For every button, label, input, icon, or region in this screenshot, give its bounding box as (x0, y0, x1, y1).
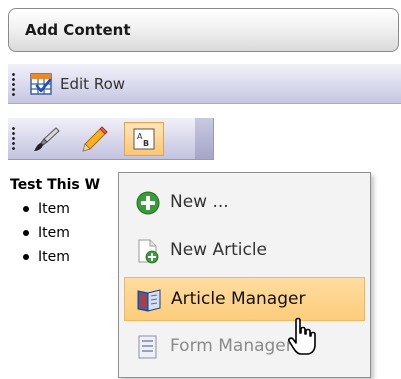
menu-item-label: New Article (170, 240, 268, 260)
grid-check-icon (30, 73, 52, 95)
text-box-icon: A B (133, 128, 155, 150)
green-plus-icon (136, 191, 160, 215)
content-list: Item Item Item (22, 197, 70, 269)
add-content-menu: New ... New Article Article Manager Form… (118, 172, 371, 378)
paintbrush-button[interactable] (32, 124, 62, 154)
toolbar-end-cap (195, 118, 213, 159)
menu-item-label: Form Manager (170, 336, 293, 356)
style-toolbar: A B (8, 118, 214, 160)
hand-cursor-icon (288, 317, 316, 355)
text-style-button[interactable]: A B (124, 122, 164, 156)
grip-handle-icon[interactable] (12, 72, 15, 96)
list-item: Item (22, 197, 70, 221)
add-content-label: Add Content (25, 21, 131, 39)
list-item: Item (22, 221, 70, 245)
add-content-header[interactable]: Add Content (8, 8, 399, 52)
paintbrush-icon (34, 127, 60, 151)
form-icon (138, 335, 157, 359)
grip-handle-icon[interactable] (12, 126, 15, 150)
edit-row-toolbar: Edit Row (8, 64, 401, 104)
list-item: Item (22, 245, 70, 269)
book-icon (137, 289, 161, 312)
menu-item-label: Article Manager (171, 289, 306, 309)
menu-item-form-manager[interactable]: Form Manager (124, 325, 365, 369)
menu-item-new[interactable]: New ... (124, 181, 365, 225)
content-heading: Test This W (10, 177, 101, 193)
menu-item-label: New ... (170, 192, 229, 212)
svg-text:B: B (143, 139, 149, 148)
new-document-icon (138, 239, 159, 264)
pencil-icon (82, 126, 108, 152)
menu-item-new-article[interactable]: New Article (124, 229, 365, 273)
pencil-button[interactable] (80, 124, 110, 154)
edit-row-label: Edit Row (60, 75, 126, 93)
page-root: Add Content Edit Row A B Test This W Ite… (0, 0, 401, 379)
menu-item-article-manager[interactable]: Article Manager (124, 277, 365, 321)
